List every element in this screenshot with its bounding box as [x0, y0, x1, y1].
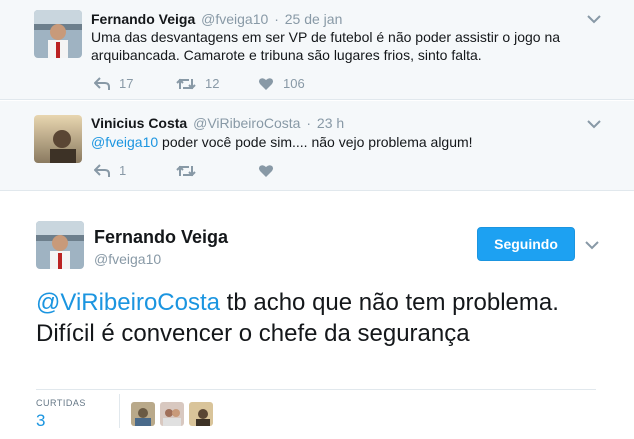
avatar[interactable] [131, 402, 155, 426]
reply-count: 17 [119, 76, 134, 91]
chevron-down-icon[interactable] [584, 238, 600, 250]
retweet-button[interactable]: 12 [176, 76, 258, 91]
following-button[interactable]: Seguindo [477, 227, 575, 261]
retweet-icon [176, 78, 196, 89]
reply-count: 1 [119, 163, 127, 178]
tweet-actions: 17 12 106 [94, 76, 340, 91]
retweet-button[interactable] [176, 164, 258, 178]
stats-divider [119, 394, 120, 428]
heart-icon [259, 164, 273, 177]
heart-icon [259, 77, 273, 90]
separator: · [306, 115, 312, 131]
mention-link[interactable]: @ViRibeiroCosta [36, 289, 220, 316]
avatar[interactable] [34, 115, 82, 163]
author-name[interactable]: Fernando Veiga [91, 11, 195, 27]
reply-button[interactable]: 17 [94, 76, 176, 91]
tweet-text: @fveiga10 poder você pode sim.... não ve… [91, 133, 591, 151]
tweet-text: Uma das desvantagens em ser VP de futebo… [91, 29, 561, 63]
chevron-down-icon[interactable] [586, 12, 602, 24]
context-tweet-1[interactable]: Fernando Veiga @fveiga10 · 25 de jan Uma… [0, 0, 634, 100]
reply-button[interactable]: 1 [94, 163, 176, 178]
tweet-text: @ViRibeiroCosta tb acho que não tem prob… [36, 287, 596, 349]
author-name[interactable]: Fernando Veiga [94, 227, 228, 248]
timestamp[interactable]: 23 h [317, 115, 344, 131]
like-button[interactable] [258, 164, 340, 178]
retweet-count: 12 [205, 76, 220, 91]
timestamp[interactable]: 25 de jan [285, 11, 343, 27]
author-handle[interactable]: @fveiga10 [94, 251, 161, 267]
likes-stat-label: CURTIDAS [36, 398, 86, 408]
liker-avatars [131, 402, 218, 426]
mention-link[interactable]: @fveiga10 [91, 134, 158, 150]
reply-icon [94, 163, 110, 177]
divider [36, 389, 596, 390]
avatar[interactable] [160, 402, 184, 426]
likes-stat-count[interactable]: 3 [36, 411, 45, 431]
author-handle[interactable]: @fveiga10 [201, 11, 268, 27]
author-handle[interactable]: @ViRibeiroCosta [193, 115, 300, 131]
tweet-body: poder você pode sim.... não vejo problem… [158, 134, 473, 150]
like-button[interactable]: 106 [258, 76, 340, 91]
avatar[interactable] [189, 402, 213, 426]
context-tweet-2[interactable]: Vinicius Costa @ViRibeiroCosta · 23 h @f… [0, 101, 634, 191]
tweet-actions: 1 [94, 163, 340, 178]
tweet-header: Fernando Veiga @fveiga10 · 25 de jan [91, 11, 342, 27]
chevron-down-icon[interactable] [586, 117, 602, 129]
avatar[interactable] [36, 221, 84, 269]
avatar[interactable] [34, 10, 82, 58]
tweet-header: Vinicius Costa @ViRibeiroCosta · 23 h [91, 115, 344, 131]
like-count: 106 [283, 76, 305, 91]
separator: · [274, 11, 279, 27]
author-name[interactable]: Vinicius Costa [91, 115, 187, 131]
permalink-tweet: Fernando Veiga @fveiga10 Seguindo @ViRib… [0, 191, 634, 439]
reply-icon [94, 76, 110, 90]
retweet-icon [176, 165, 196, 176]
